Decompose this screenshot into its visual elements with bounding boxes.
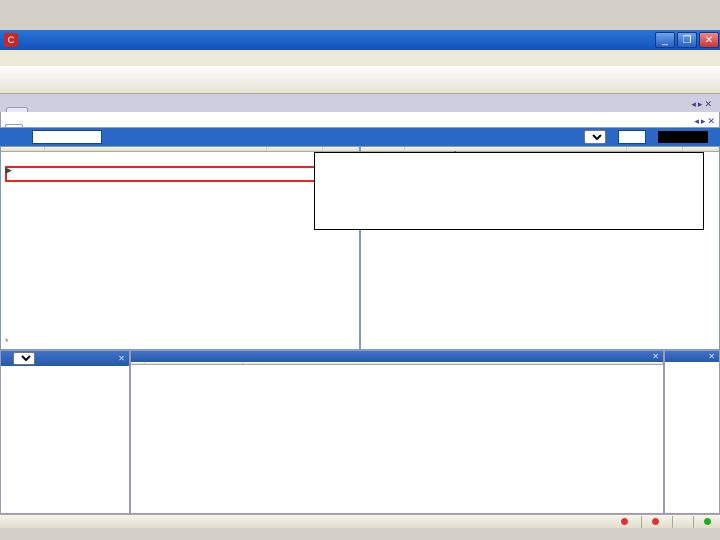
col-value[interactable] <box>267 147 323 151</box>
panel-close-icon[interactable]: ✕ <box>118 354 125 363</box>
new-row-marker: * <box>5 337 9 347</box>
grid-header <box>1 147 359 152</box>
col-addr-r[interactable] <box>361 147 405 151</box>
maximize-button[interactable]: ❐ <box>677 32 697 48</box>
highlighted-row[interactable] <box>5 166 355 182</box>
close-button[interactable]: ✕ <box>699 32 719 48</box>
product-info-panel: ✕ <box>0 350 130 514</box>
screen-prev-icon[interactable]: ◂ <box>694 116 699 127</box>
instruction-callout <box>314 152 704 230</box>
menu-bar <box>0 50 720 66</box>
conn-indicator-icon <box>704 518 711 525</box>
logging-indicator-icon <box>652 518 659 525</box>
left-grid: ▶ * <box>0 146 360 350</box>
col-addr[interactable] <box>1 147 45 151</box>
col-date[interactable] <box>145 362 243 364</box>
addr-select[interactable] <box>13 352 35 365</box>
event-log-panel: ✕ <box>130 350 664 514</box>
panel-close-icon[interactable]: ✕ <box>652 352 659 361</box>
faults-panel: ✕ <box>664 350 720 514</box>
window-titlebar: C _ ❐ ✕ <box>0 30 720 50</box>
screen-tab-strip: ◂ ▸ ✕ <box>0 112 720 128</box>
parameter-bar <box>0 128 720 146</box>
desired-input[interactable] <box>618 130 646 144</box>
tab-prev-icon[interactable]: ◂ <box>691 99 696 110</box>
col-unit[interactable] <box>323 147 359 151</box>
screen-next-icon[interactable]: ▸ <box>701 116 706 127</box>
minimize-button[interactable]: _ <box>655 32 675 48</box>
name-input[interactable] <box>32 130 102 144</box>
status-bar <box>0 514 720 528</box>
toolbar <box>0 66 720 94</box>
tab-close-icon[interactable]: ✕ <box>704 99 712 110</box>
idle-indicator-icon <box>621 518 628 525</box>
screen-close-icon[interactable]: ✕ <box>707 116 715 127</box>
col-name-r[interactable] <box>405 147 627 151</box>
event-log-header <box>131 362 663 365</box>
col-name[interactable] <box>45 147 267 151</box>
filename-field <box>12 136 20 138</box>
screen-tab[interactable] <box>5 124 23 127</box>
gauge-icon <box>658 131 708 143</box>
mode-select[interactable] <box>584 130 606 144</box>
app-logo-icon: C <box>4 33 18 47</box>
dock: ✕ ✕ ✕ <box>0 350 720 514</box>
col-desc[interactable] <box>243 362 663 364</box>
tab-next-icon[interactable]: ▸ <box>698 99 703 110</box>
col-unit-r[interactable] <box>683 147 719 151</box>
row-marker-icon: ▶ <box>5 165 12 176</box>
panel-close-icon[interactable]: ✕ <box>708 352 715 361</box>
col-value-r[interactable] <box>627 147 683 151</box>
document-tab-strip: ◂ ▸ ✕ <box>0 94 720 112</box>
